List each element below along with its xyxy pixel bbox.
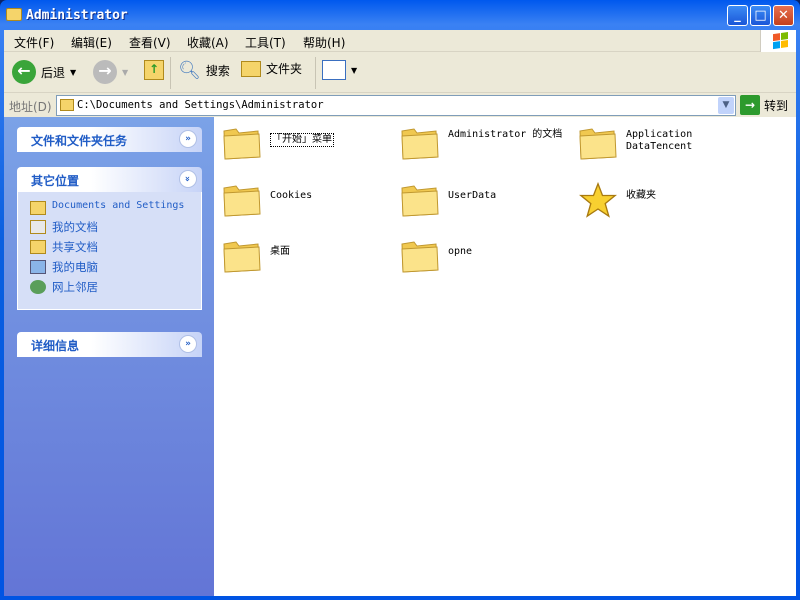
up-folder-icon: ↑ <box>144 60 164 80</box>
folder-icon <box>401 241 439 273</box>
menu-file[interactable]: 文件(F) <box>14 34 54 51</box>
address-dropdown-button[interactable]: ▼ <box>718 97 734 114</box>
place-label: 我的文档 <box>52 220 98 234</box>
folder-icon <box>223 241 261 273</box>
place-my-computer[interactable]: 我的电脑 <box>30 259 201 275</box>
forward-button[interactable]: → ▼ <box>93 60 128 84</box>
file-item[interactable]: Application DataTencent <box>578 121 753 171</box>
task-pane: 文件和文件夹任务 » 其它位置 « Documents and Settings 我… <box>4 117 214 596</box>
computer-icon <box>30 260 46 274</box>
address-label: 地址(D) <box>9 100 52 114</box>
window-title: Administrator <box>26 8 128 23</box>
folder-icon <box>30 201 46 215</box>
collapse-icon[interactable]: « <box>179 170 197 188</box>
title-bar[interactable]: Administrator _ □ ✕ <box>0 0 800 30</box>
file-label: 「开始」菜单 <box>270 133 334 147</box>
place-label: 网上邻居 <box>52 280 98 294</box>
folder-icon <box>401 128 439 160</box>
panel-title: 其它位置 <box>31 174 80 188</box>
folders-button[interactable]: 文件夹 <box>241 60 302 77</box>
file-item[interactable]: 「开始」菜单 <box>222 121 397 171</box>
menu-edit[interactable]: 编辑(E) <box>71 34 112 51</box>
file-item[interactable]: UserData <box>400 178 575 228</box>
folders-icon <box>241 60 261 77</box>
file-label: 桌面 <box>270 246 290 257</box>
search-button[interactable]: 🔍︎ 搜索 <box>178 60 230 81</box>
panel-file-tasks: 文件和文件夹任务 » <box>17 127 202 152</box>
panel-header[interactable]: 其它位置 « <box>17 167 202 192</box>
file-label: Application DataTencent <box>626 129 693 152</box>
place-documents-and-settings[interactable]: Documents and Settings <box>30 200 201 215</box>
search-label: 搜索 <box>205 64 230 78</box>
menu-bar: 文件(F) 编辑(E) 查看(V) 收藏(A) 工具(T) 帮助(H) <box>4 30 796 52</box>
close-button[interactable]: ✕ <box>773 5 794 26</box>
file-item[interactable]: Cookies <box>222 178 397 228</box>
place-label: 我的电脑 <box>52 260 98 274</box>
file-item[interactable]: Administrator 的文档 <box>400 121 575 171</box>
up-folder-button[interactable]: ↑ <box>144 60 164 80</box>
panel-details: 详细信息 » <box>17 332 202 357</box>
go-label: 转到 <box>764 98 789 113</box>
panel-header[interactable]: 文件和文件夹任务 » <box>17 127 202 152</box>
expand-icon[interactable]: » <box>179 335 197 353</box>
network-icon <box>30 280 46 294</box>
menu-view[interactable]: 查看(V) <box>129 34 171 51</box>
views-button[interactable]: ▼ <box>322 60 357 80</box>
expand-icon[interactable]: » <box>179 130 197 148</box>
search-icon: 🔍︎ <box>178 60 201 81</box>
panel-title: 详细信息 <box>31 339 80 353</box>
file-item[interactable]: 收藏夹 <box>578 178 753 228</box>
folder-icon <box>6 8 22 21</box>
folder-icon <box>223 128 261 160</box>
place-shared-documents[interactable]: 共享文档 <box>30 239 201 255</box>
place-network[interactable]: 网上邻居 <box>30 279 201 295</box>
panel-title: 文件和文件夹任务 <box>31 134 128 148</box>
menu-favorites[interactable]: 收藏(A) <box>187 34 229 51</box>
folders-label: 文件夹 <box>266 62 303 76</box>
folder-icon <box>223 185 261 217</box>
panel-other-places: 其它位置 « Documents and Settings 我的文档 共享文档 我… <box>17 167 202 310</box>
explorer-window: Administrator _ □ ✕ 文件(F) 编辑(E) 查看(V) 收藏… <box>0 0 800 600</box>
panel-header[interactable]: 详细信息 » <box>17 332 202 357</box>
folder-icon <box>30 240 46 254</box>
back-label: 后退 <box>41 65 66 80</box>
windows-logo <box>760 30 796 52</box>
file-label: UserData <box>448 190 497 201</box>
minimize-button[interactable]: _ <box>727 5 748 26</box>
place-my-documents[interactable]: 我的文档 <box>30 219 201 235</box>
go-arrow-icon: → <box>740 95 760 115</box>
file-label: 收藏夹 <box>626 190 656 201</box>
star-icon <box>579 182 617 218</box>
menu-tools[interactable]: 工具(T) <box>245 34 286 51</box>
folder-icon <box>60 99 74 111</box>
file-label: Cookies <box>270 190 313 201</box>
back-arrow-icon: ← <box>12 60 36 84</box>
toolbar: ← 后退 ▼ → ▼ ↑ 🔍︎ 搜索 文件夹 ▼ <box>4 53 796 93</box>
forward-arrow-icon: → <box>93 60 117 84</box>
place-label: 共享文档 <box>52 240 98 254</box>
back-button[interactable]: ← 后退 ▼ <box>12 60 76 84</box>
views-icon <box>322 60 346 80</box>
menu-help[interactable]: 帮助(H) <box>303 34 345 51</box>
maximize-button[interactable]: □ <box>750 5 771 26</box>
folder-icon <box>579 128 617 160</box>
place-label: Documents and Settings <box>52 200 185 211</box>
folder-icon <box>401 185 439 217</box>
file-item[interactable]: 桌面 <box>222 234 397 284</box>
address-input[interactable]: C:\Documents and Settings\Administrator … <box>56 95 736 116</box>
file-view: 「开始」菜单 Administrator 的文档 Application DataT… <box>214 117 796 596</box>
address-value: C:\Documents and Settings\Administrator <box>77 99 324 111</box>
file-label: opne <box>448 246 473 257</box>
my-documents-icon <box>30 220 46 234</box>
file-item[interactable]: opne <box>400 234 575 284</box>
go-button[interactable]: → 转到 <box>740 95 788 115</box>
address-bar: 地址(D) C:\Documents and Settings\Administ… <box>4 94 796 117</box>
file-label: Administrator 的文档 <box>448 129 563 140</box>
